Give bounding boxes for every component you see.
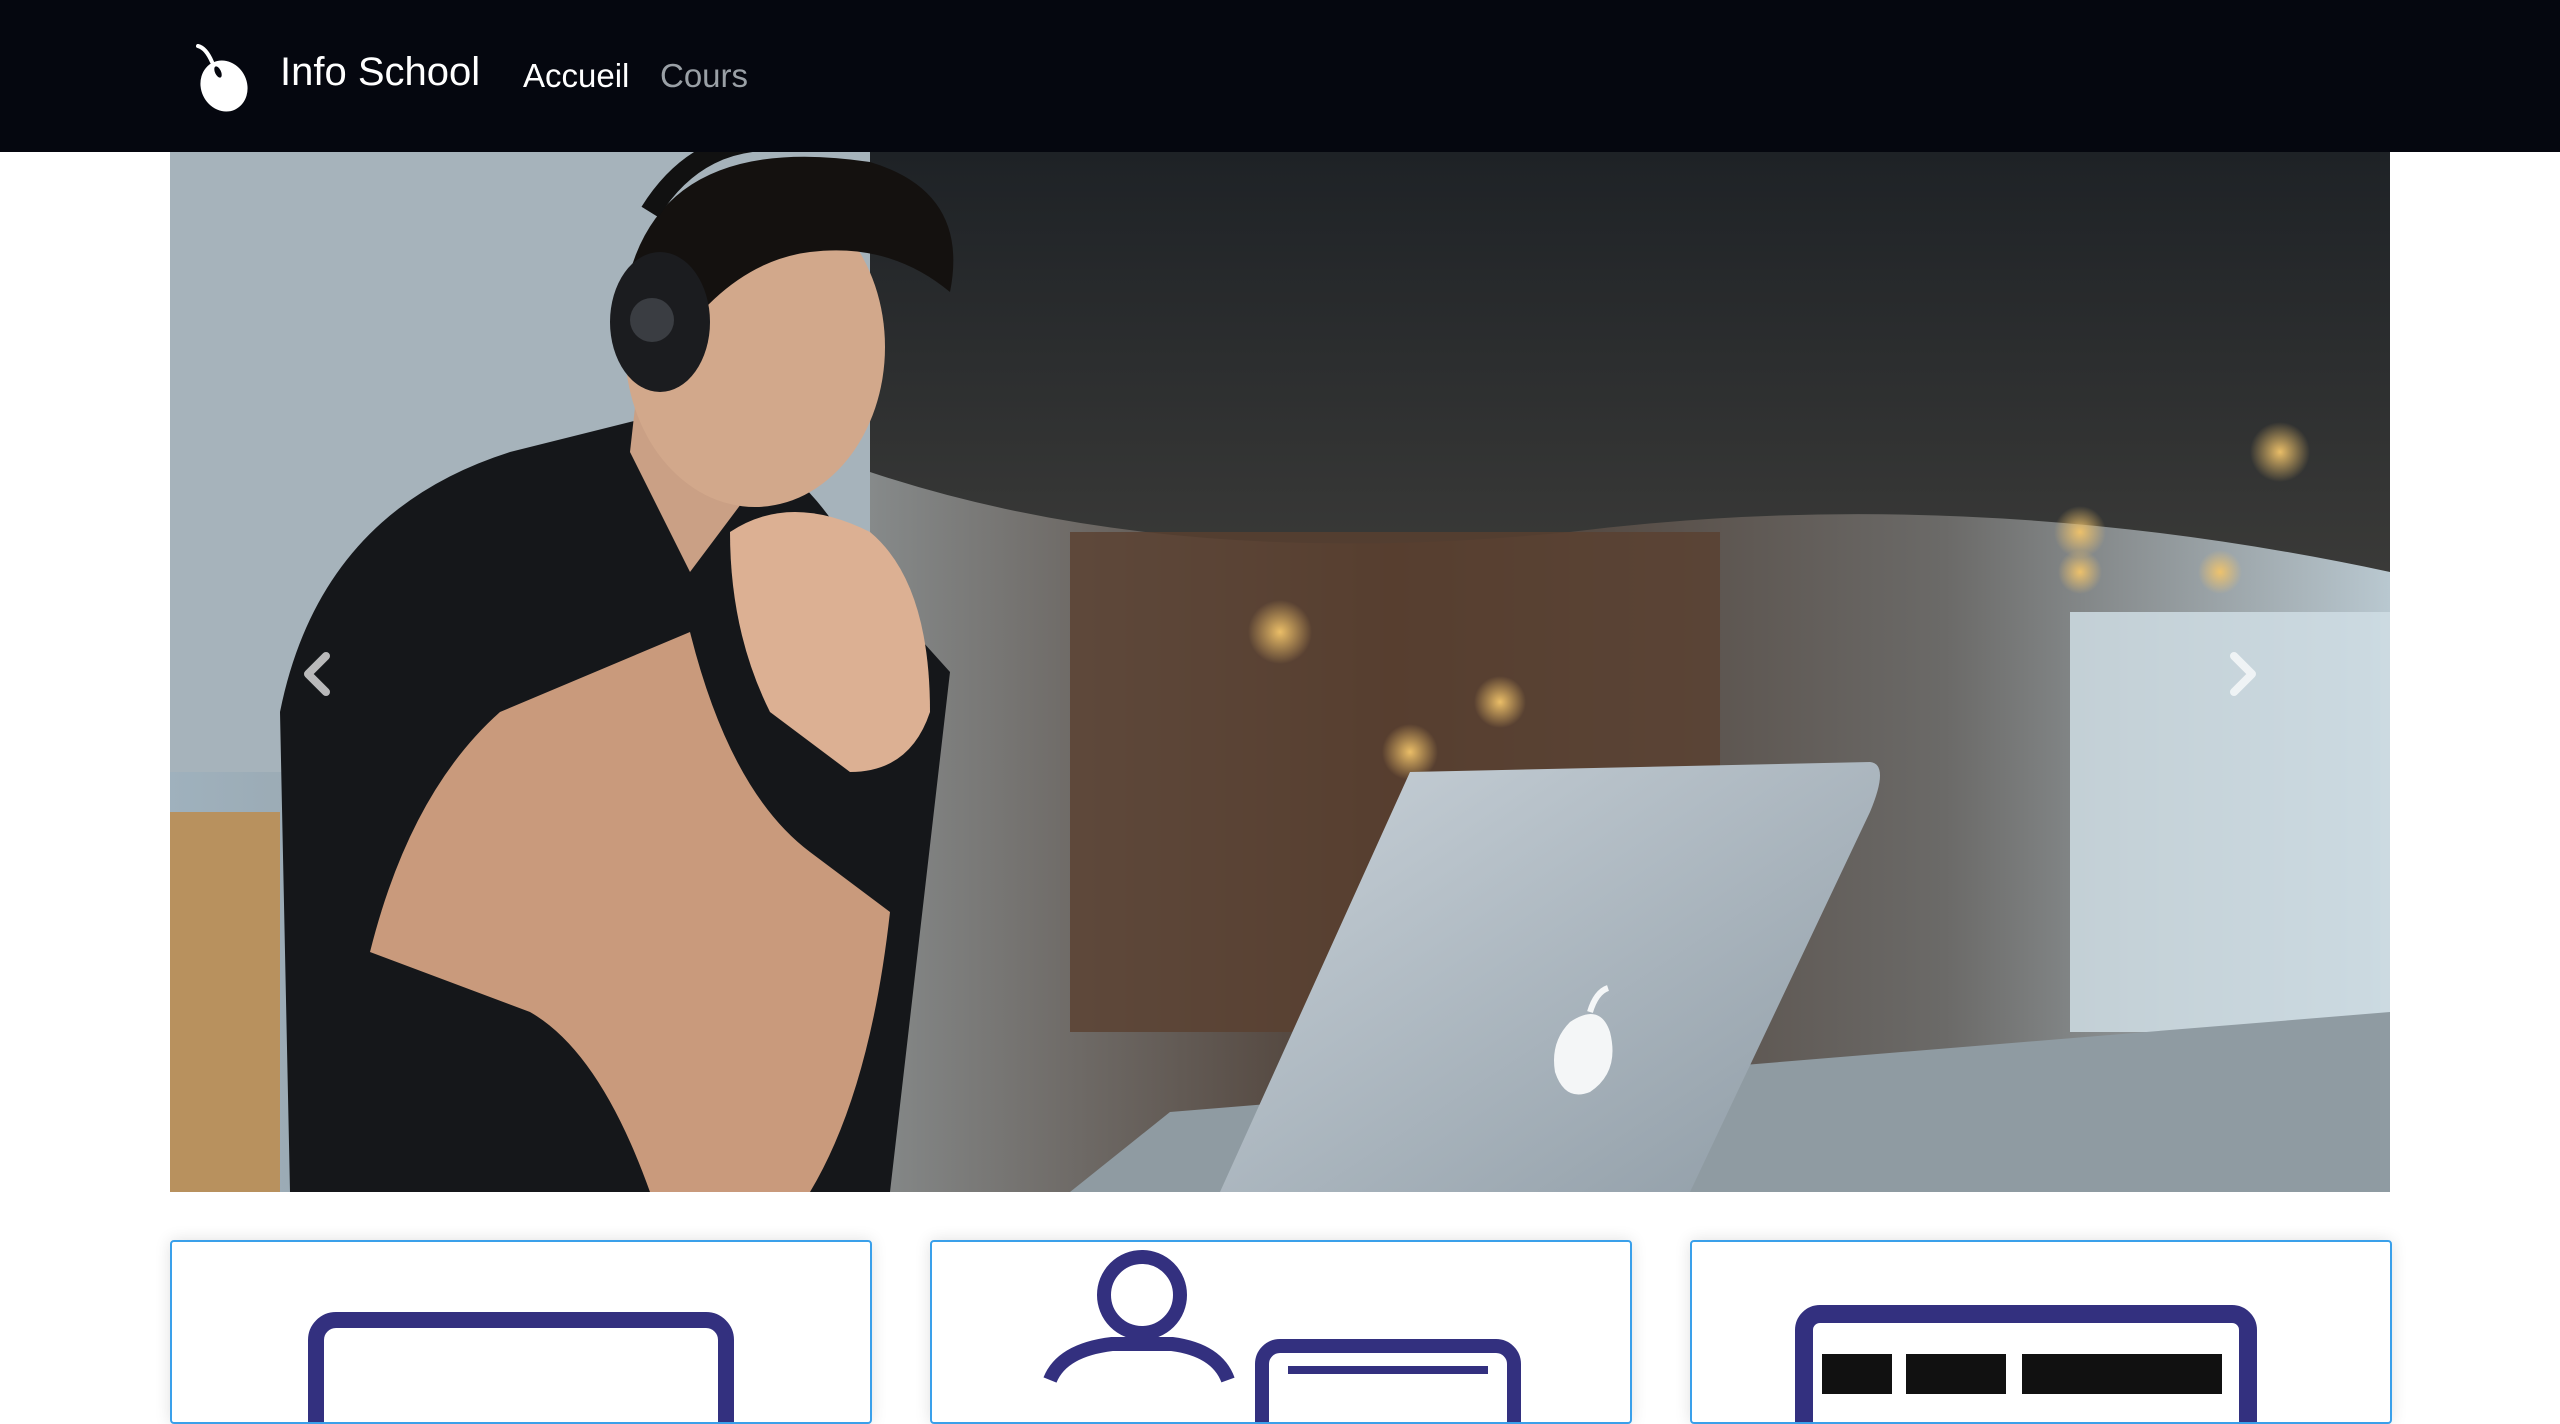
brand-name[interactable]: Info School xyxy=(280,46,480,98)
top-navbar: Info School Accueil Cours xyxy=(0,0,2560,152)
teacher-board-icon xyxy=(1043,1250,1521,1422)
monitor-icon xyxy=(308,1312,734,1422)
nav-link-cours[interactable]: Cours xyxy=(660,52,748,100)
hero-carousel xyxy=(170,152,2390,1192)
course-card-2[interactable] xyxy=(930,1240,1632,1424)
hero-photo xyxy=(170,152,2390,1192)
job-board-icon xyxy=(1795,1305,2257,1422)
mouse-logo-icon[interactable] xyxy=(196,44,252,114)
course-card-3[interactable] xyxy=(1690,1240,2392,1424)
chevron-right-icon[interactable] xyxy=(2210,622,2280,722)
chevron-left-icon[interactable] xyxy=(280,622,350,722)
nav-link-accueil[interactable]: Accueil xyxy=(523,52,629,100)
course-card-1[interactable] xyxy=(170,1240,872,1424)
